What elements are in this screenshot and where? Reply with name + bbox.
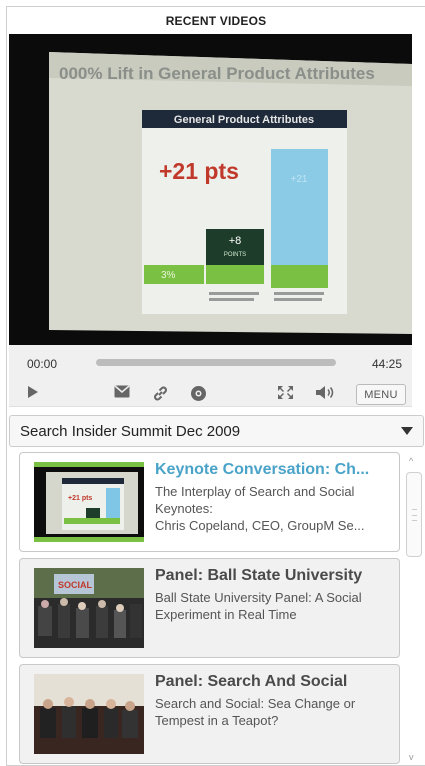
video-thumbnail: SOCIAL xyxy=(34,568,144,648)
email-button[interactable] xyxy=(114,385,130,398)
menu-button[interactable]: MENU xyxy=(356,384,406,405)
slide-mid-stat-unit: POINTS xyxy=(224,252,246,258)
video-description-line: Chris Copeland, CEO, GroupM Se... xyxy=(155,518,365,533)
scrollbar-thumb[interactable] xyxy=(406,472,422,557)
chevron-up-icon[interactable]: ^ xyxy=(409,456,413,466)
video-thumbnail xyxy=(34,674,144,754)
current-time: 00:00 xyxy=(27,357,58,371)
widget-title: RECENT VIDEOS xyxy=(165,14,267,28)
video-description: Ball State University Panel: A Social Ex… xyxy=(155,589,395,623)
video-list-scrollbar[interactable]: ^ v xyxy=(405,452,423,764)
slide-heading: General Product Attributes xyxy=(174,114,314,126)
link-icon xyxy=(154,386,167,401)
video-description-line: Tempest in a Teapot? xyxy=(155,713,279,728)
video-description-line: Keynotes: xyxy=(155,501,213,516)
slide-bar-right-stat: +21 xyxy=(291,174,308,185)
video-description-line: The Interplay of Search and Social xyxy=(155,484,355,499)
video-description-line: Experiment in Real Time xyxy=(155,607,297,622)
video-description-line: Search and Social: Sea Change or xyxy=(155,696,356,711)
video-title: Panel: Search And Social xyxy=(155,673,348,690)
video-frame: 000% Lift in General Product Attributes … xyxy=(9,34,412,345)
video-list: +21 pts Keynote Conversation: Ch... The … xyxy=(9,452,405,764)
video-list-item[interactable]: Panel: Search And Social Search and Soci… xyxy=(19,664,400,764)
player-controls: 00:00 44:25 MENU xyxy=(9,345,412,407)
video-description: Search and Social: Sea Change or Tempest… xyxy=(155,695,395,729)
chevron-down-icon xyxy=(401,427,413,435)
fullscreen-button[interactable] xyxy=(277,385,294,400)
video-thumbnail: +21 pts xyxy=(34,462,144,542)
slide-banner: 000% Lift in General Product Attributes xyxy=(59,64,375,83)
video-description: The Interplay of Search and Social Keyno… xyxy=(155,483,395,534)
volume-button[interactable] xyxy=(315,385,335,400)
embed-button[interactable] xyxy=(190,385,207,402)
svg-text:+21 pts: +21 pts xyxy=(68,495,92,502)
video-list-item[interactable]: +21 pts Keynote Conversation: Ch... The … xyxy=(19,452,400,552)
video-list-item[interactable]: SOCIAL Panel: Ball State University Ball… xyxy=(19,558,400,658)
play-button[interactable] xyxy=(27,385,39,399)
video-player[interactable]: 000% Lift in General Product Attributes … xyxy=(9,34,412,345)
playlist-select-value: Search Insider Summit Dec 2009 xyxy=(20,422,241,440)
seek-bar[interactable] xyxy=(96,359,336,366)
video-title: Panel: Ball State University xyxy=(155,567,363,584)
grip-icon xyxy=(412,509,417,521)
total-time: 44:25 xyxy=(371,357,403,371)
slide-mid-stat: +8 xyxy=(229,235,242,247)
svg-text:SOCIAL: SOCIAL xyxy=(58,580,93,590)
chevron-down-icon[interactable]: v xyxy=(409,752,414,762)
link-button[interactable] xyxy=(152,385,169,402)
fullscreen-icon xyxy=(278,386,293,399)
playlist-select[interactable]: Search Insider Summit Dec 2009 xyxy=(9,415,424,447)
video-title: Keynote Conversation: Ch... xyxy=(155,461,370,478)
video-description-line: Ball State University Panel: A Social xyxy=(155,590,362,605)
embed-icon xyxy=(191,386,206,401)
slide-base-stat: 3% xyxy=(161,270,176,281)
volume-icon xyxy=(316,386,334,399)
email-icon xyxy=(114,385,130,398)
slide-big-stat: +21 pts xyxy=(159,158,239,184)
play-icon xyxy=(28,386,38,398)
